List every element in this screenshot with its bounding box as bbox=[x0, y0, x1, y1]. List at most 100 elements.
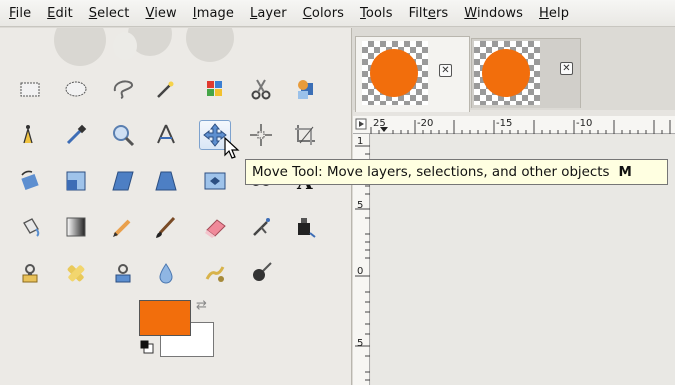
ruler-label: -10 bbox=[576, 118, 593, 129]
ruler-label: 1 bbox=[357, 136, 364, 147]
toolbox: A ⇄ bbox=[0, 28, 352, 385]
menu-item[interactable]: Filters bbox=[409, 6, 449, 21]
clone-icon bbox=[22, 264, 38, 283]
eraser-icon bbox=[205, 219, 226, 238]
tool-button[interactable] bbox=[60, 258, 92, 288]
tool-button[interactable] bbox=[245, 258, 277, 288]
image-tab-strip: ✕ ✕ bbox=[353, 28, 675, 112]
tool-button[interactable] bbox=[60, 74, 92, 104]
menu-item[interactable]: Layer bbox=[250, 6, 287, 21]
ellipse-select-icon bbox=[65, 81, 87, 97]
tool-button[interactable] bbox=[289, 120, 321, 150]
tool-button[interactable] bbox=[14, 74, 46, 104]
scale-icon bbox=[66, 171, 86, 191]
ruler-label: -20 bbox=[417, 118, 434, 129]
blend-icon bbox=[66, 217, 86, 237]
tool-button[interactable] bbox=[60, 166, 92, 196]
fuzzy-select-icon bbox=[157, 81, 174, 98]
crop-icon bbox=[295, 125, 315, 145]
ruler-label: 5 bbox=[357, 338, 364, 349]
tool-button[interactable] bbox=[245, 120, 277, 150]
color-picker-icon bbox=[66, 124, 87, 145]
tool-button[interactable] bbox=[14, 258, 46, 288]
pencil-icon bbox=[113, 219, 131, 237]
ruler-label: 25 bbox=[373, 118, 386, 129]
tool-button[interactable] bbox=[289, 74, 321, 104]
swap-colors-icon[interactable]: ⇄ bbox=[196, 298, 207, 313]
airbrush-icon bbox=[253, 218, 270, 236]
tool-button[interactable] bbox=[107, 212, 139, 242]
ruler-label: 5 bbox=[357, 200, 364, 211]
wilber-banner-icon bbox=[54, 28, 234, 66]
tooltip-text: Move Tool: Move layers, selections, and … bbox=[252, 164, 610, 180]
dodge-burn-icon bbox=[253, 262, 272, 281]
tool-button[interactable] bbox=[107, 258, 139, 288]
shear-icon bbox=[112, 171, 134, 191]
rotate-icon bbox=[21, 170, 39, 191]
image-thumbnail bbox=[362, 41, 428, 105]
tool-button[interactable] bbox=[14, 166, 46, 196]
tool-button[interactable] bbox=[14, 212, 46, 242]
close-icon[interactable]: ✕ bbox=[439, 64, 452, 77]
heal-icon bbox=[67, 265, 85, 282]
rect-select-icon bbox=[20, 82, 40, 97]
tooltip-shortcut: M bbox=[618, 164, 632, 180]
ruler-label: -15 bbox=[496, 118, 513, 129]
paintbrush-icon bbox=[156, 216, 176, 238]
flip-icon bbox=[204, 172, 226, 190]
tool-button[interactable] bbox=[245, 212, 277, 242]
tool-button[interactable] bbox=[107, 120, 139, 150]
image-window: ✕ ✕ 25 -20 -15 -10 1 5 0 5 bbox=[353, 28, 675, 385]
menu-bar: File Edit Select View Image Layer Colors Tools F… bbox=[0, 0, 675, 27]
color-select-icon bbox=[207, 81, 222, 96]
reset-colors-icon[interactable] bbox=[140, 340, 154, 354]
magnify-icon bbox=[113, 125, 135, 147]
smudge-icon bbox=[205, 266, 225, 282]
tool-button[interactable] bbox=[199, 74, 231, 104]
tool-button[interactable] bbox=[245, 74, 277, 104]
tool-button[interactable] bbox=[60, 212, 92, 242]
tool-tooltip: Move Tool: Move layers, selections, and … bbox=[245, 159, 668, 185]
tool-button[interactable] bbox=[107, 74, 139, 104]
menu-item[interactable]: Edit bbox=[47, 6, 73, 21]
tool-button[interactable] bbox=[199, 258, 231, 288]
menu-item[interactable]: File bbox=[9, 6, 31, 21]
tool-button[interactable] bbox=[150, 166, 182, 196]
tool-button[interactable] bbox=[150, 74, 182, 104]
menu-item[interactable]: Windows bbox=[464, 6, 523, 21]
tool-button[interactable] bbox=[107, 166, 139, 196]
paths-icon bbox=[23, 125, 33, 144]
tool-button[interactable] bbox=[199, 212, 231, 242]
mouse-pointer-icon bbox=[224, 137, 240, 159]
tool-button[interactable] bbox=[150, 258, 182, 288]
menu-item[interactable]: Image bbox=[193, 6, 234, 21]
tool-button[interactable] bbox=[150, 212, 182, 242]
menu-item[interactable]: Select bbox=[89, 6, 130, 21]
perspective-clone-icon bbox=[115, 264, 131, 283]
align-icon bbox=[250, 124, 272, 146]
foreground-select-icon bbox=[298, 80, 313, 99]
measure-icon bbox=[157, 124, 175, 144]
ruler-label: 0 bbox=[357, 266, 364, 277]
menu-item[interactable]: View bbox=[145, 6, 176, 21]
menu-item[interactable]: Tools bbox=[360, 6, 393, 21]
ruler-ticks bbox=[355, 118, 671, 134]
tool-button[interactable] bbox=[199, 166, 231, 196]
scissors-select-icon bbox=[251, 79, 271, 100]
image-thumbnail bbox=[474, 41, 540, 105]
ink-icon bbox=[298, 218, 316, 238]
tool-button[interactable] bbox=[60, 120, 92, 150]
perspective-icon bbox=[155, 171, 177, 191]
horizontal-ruler[interactable]: 25 -20 -15 -10 bbox=[353, 116, 675, 134]
image-tab-1[interactable]: ✕ bbox=[355, 36, 470, 112]
menu-item[interactable]: Help bbox=[539, 6, 569, 21]
tool-button[interactable] bbox=[14, 120, 46, 150]
menu-item[interactable]: Colors bbox=[303, 6, 344, 21]
image-tab-2[interactable]: ✕ bbox=[471, 38, 581, 108]
tool-button[interactable] bbox=[150, 120, 182, 150]
close-icon[interactable]: ✕ bbox=[560, 62, 573, 75]
tool-button[interactable] bbox=[289, 212, 321, 242]
free-select-icon bbox=[113, 80, 133, 99]
bucket-fill-icon bbox=[23, 218, 40, 237]
foreground-color-swatch[interactable] bbox=[139, 300, 191, 336]
